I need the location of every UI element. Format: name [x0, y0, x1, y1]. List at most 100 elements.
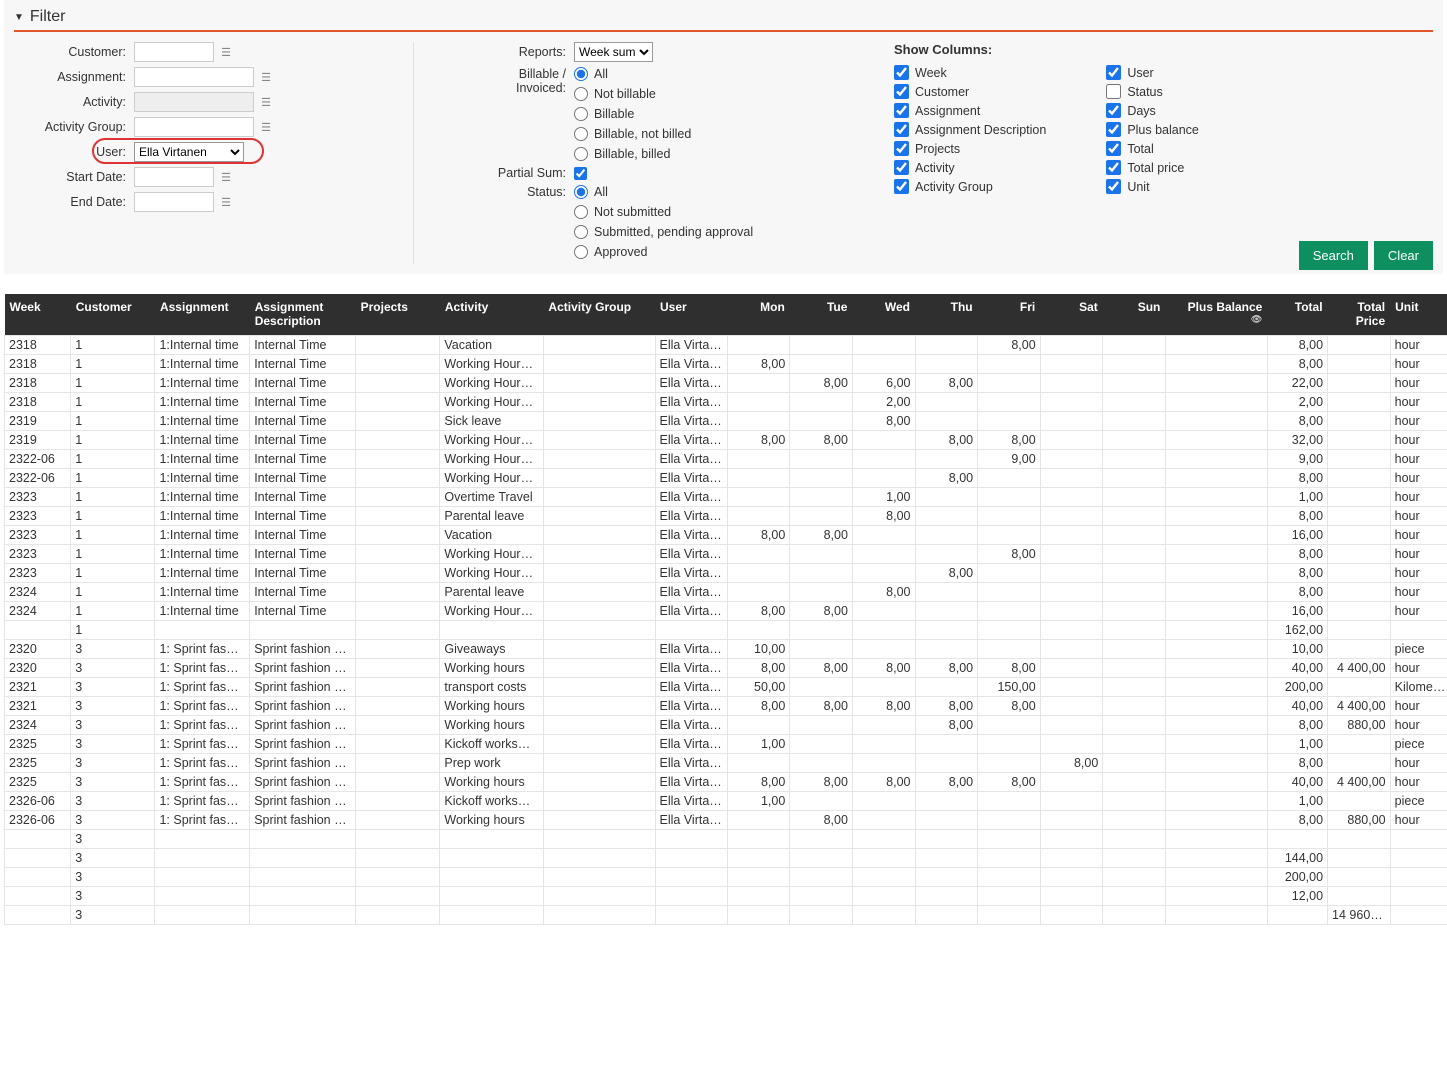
table-row[interactable]: 232311:Internal timeInternal TimeWorking… [5, 563, 1447, 582]
billable-option[interactable]: Billable, billed [574, 147, 691, 161]
partial-sum-checkbox[interactable] [574, 167, 587, 180]
billable-radio[interactable] [574, 127, 588, 141]
assignment-input[interactable] [134, 67, 254, 87]
column-checkbox[interactable] [894, 179, 909, 194]
table-row[interactable]: 2322-0611:Internal timeInternal TimeWork… [5, 449, 1447, 468]
table-row[interactable]: 232531: Sprint fashi…Sprint fashion …Pre… [5, 753, 1447, 772]
table-row[interactable]: 232411:Internal timeInternal TimeParenta… [5, 582, 1447, 601]
status-radio[interactable] [574, 185, 588, 199]
column-toggle[interactable]: Total price [1106, 160, 1199, 175]
activity-group-input[interactable] [134, 117, 254, 137]
customer-picker-icon[interactable]: ☰ [218, 44, 234, 60]
column-toggle[interactable]: Assignment Description [894, 122, 1046, 137]
th-fri[interactable]: Fri [978, 294, 1041, 335]
th-total-price[interactable]: Total Price [1328, 294, 1391, 335]
column-checkbox[interactable] [1106, 141, 1121, 156]
status-option[interactable]: All [574, 185, 753, 199]
end-date-input[interactable] [134, 192, 214, 212]
table-row[interactable]: 3 [5, 829, 1447, 848]
status-option[interactable]: Submitted, pending approval [574, 225, 753, 239]
th-week[interactable]: Week [5, 294, 71, 335]
start-date-picker-icon[interactable]: ☰ [218, 169, 234, 185]
column-toggle[interactable]: Customer [894, 84, 1046, 99]
filter-header[interactable]: ▼ Filter [14, 8, 1433, 32]
table-row[interactable]: 232311:Internal timeInternal TimeWorking… [5, 544, 1447, 563]
billable-option[interactable]: All [574, 67, 691, 81]
table-row[interactable]: 232311:Internal timeInternal TimeParenta… [5, 506, 1447, 525]
table-row[interactable]: 231811:Internal timeInternal TimeWorking… [5, 373, 1447, 392]
th-unit[interactable]: Unit [1390, 294, 1447, 335]
customer-input[interactable] [134, 42, 214, 62]
column-checkbox[interactable] [894, 84, 909, 99]
column-toggle[interactable]: Activity Group [894, 179, 1046, 194]
column-checkbox[interactable] [894, 103, 909, 118]
column-toggle[interactable]: Projects [894, 141, 1046, 156]
status-option[interactable]: Approved [574, 245, 753, 259]
column-checkbox[interactable] [1106, 160, 1121, 175]
column-toggle[interactable]: Assignment [894, 103, 1046, 118]
th-total[interactable]: Total [1267, 294, 1327, 335]
end-date-picker-icon[interactable]: ☰ [218, 194, 234, 210]
column-checkbox[interactable] [894, 160, 909, 175]
table-row[interactable]: 231811:Internal timeInternal TimeWorking… [5, 354, 1447, 373]
th-plus-balance[interactable]: Plus Balance👁 [1165, 294, 1267, 335]
status-radio[interactable] [574, 225, 588, 239]
column-toggle[interactable]: Plus balance [1106, 122, 1199, 137]
th-projects[interactable]: Projects [356, 294, 440, 335]
column-checkbox[interactable] [894, 122, 909, 137]
table-row[interactable]: 232411:Internal timeInternal TimeWorking… [5, 601, 1447, 620]
activity-group-picker-icon[interactable]: ☰ [258, 119, 274, 135]
search-button[interactable]: Search [1299, 241, 1368, 270]
th-activity[interactable]: Activity [440, 294, 544, 335]
table-row[interactable]: 232311:Internal timeInternal TimeOvertim… [5, 487, 1447, 506]
table-row[interactable]: 232531: Sprint fashi…Sprint fashion …Wor… [5, 772, 1447, 791]
table-row[interactable]: 314 960,00 [5, 905, 1447, 924]
table-row[interactable]: 231911:Internal timeInternal TimeWorking… [5, 430, 1447, 449]
column-checkbox[interactable] [1106, 84, 1121, 99]
column-checkbox[interactable] [1106, 103, 1121, 118]
billable-radio[interactable] [574, 87, 588, 101]
column-toggle[interactable]: Activity [894, 160, 1046, 175]
table-row[interactable]: 231811:Internal timeInternal TimeVacatio… [5, 335, 1447, 354]
assignment-picker-icon[interactable]: ☰ [258, 69, 274, 85]
th-activity-group[interactable]: Activity Group [543, 294, 655, 335]
eye-icon[interactable]: 👁 [1170, 314, 1262, 325]
table-row[interactable]: 232131: Sprint fashi…Sprint fashion …tra… [5, 677, 1447, 696]
table-row[interactable]: 231811:Internal timeInternal TimeWorking… [5, 392, 1447, 411]
th-assignment-desc[interactable]: Assignment Description [250, 294, 356, 335]
table-row[interactable]: 3144,00 [5, 848, 1447, 867]
column-toggle[interactable]: User [1106, 65, 1199, 80]
column-toggle[interactable]: Total [1106, 141, 1199, 156]
column-toggle[interactable]: Week [894, 65, 1046, 80]
table-row[interactable]: 3200,00 [5, 867, 1447, 886]
column-toggle[interactable]: Days [1106, 103, 1199, 118]
status-option[interactable]: Not submitted [574, 205, 753, 219]
th-mon[interactable]: Mon [727, 294, 790, 335]
th-tue[interactable]: Tue [790, 294, 853, 335]
th-sun[interactable]: Sun [1103, 294, 1166, 335]
user-select[interactable]: Ella Virtanen [134, 142, 244, 162]
table-row[interactable]: 2322-0611:Internal timeInternal TimeWork… [5, 468, 1447, 487]
th-wed[interactable]: Wed [852, 294, 915, 335]
reports-select[interactable]: Week sum [574, 42, 653, 62]
table-row[interactable]: 2326-0631: Sprint fashi…Sprint fashion …… [5, 791, 1447, 810]
activity-picker-icon[interactable]: ☰ [258, 94, 274, 110]
column-checkbox[interactable] [1106, 179, 1121, 194]
th-customer[interactable]: Customer [71, 294, 155, 335]
table-row[interactable]: 312,00 [5, 886, 1447, 905]
th-thu[interactable]: Thu [915, 294, 978, 335]
billable-radio[interactable] [574, 107, 588, 121]
table-row[interactable]: 232031: Sprint fashi…Sprint fashion …Wor… [5, 658, 1447, 677]
clear-button[interactable]: Clear [1374, 241, 1433, 270]
column-toggle[interactable]: Unit [1106, 179, 1199, 194]
table-row[interactable]: 2326-0631: Sprint fashi…Sprint fashion …… [5, 810, 1447, 829]
billable-option[interactable]: Billable, not billed [574, 127, 691, 141]
table-row[interactable]: 232531: Sprint fashi…Sprint fashion …Kic… [5, 734, 1447, 753]
billable-option[interactable]: Billable [574, 107, 691, 121]
column-checkbox[interactable] [1106, 122, 1121, 137]
table-row[interactable]: 231911:Internal timeInternal TimeSick le… [5, 411, 1447, 430]
table-row[interactable]: 232131: Sprint fashi…Sprint fashion …Wor… [5, 696, 1447, 715]
column-checkbox[interactable] [1106, 65, 1121, 80]
column-checkbox[interactable] [894, 141, 909, 156]
status-radio[interactable] [574, 205, 588, 219]
